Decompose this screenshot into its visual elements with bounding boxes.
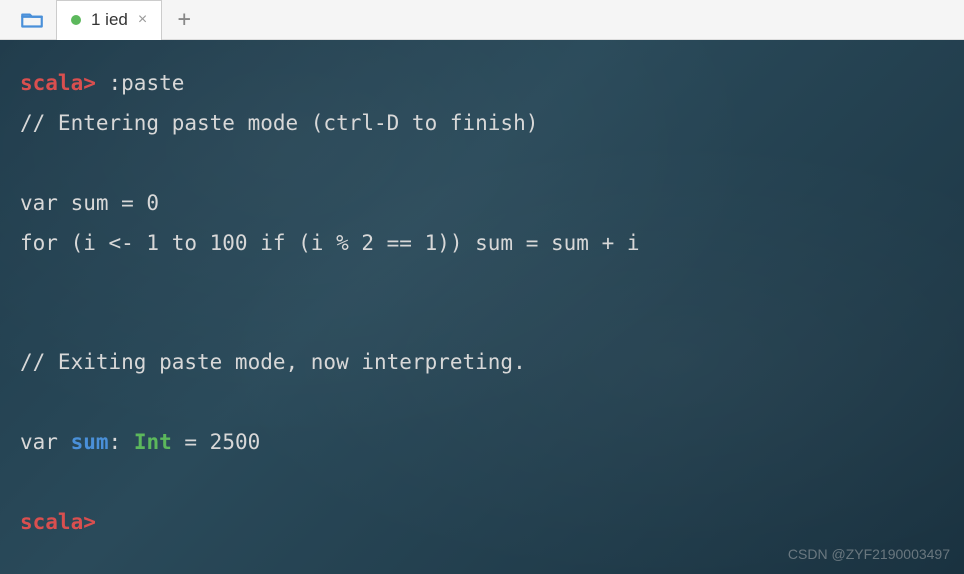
terminal-line: scala> :paste xyxy=(20,64,944,104)
terminal-line: // Entering paste mode (ctrl-D to finish… xyxy=(20,104,944,144)
folder-open-icon[interactable] xyxy=(16,4,48,36)
blank-line xyxy=(20,463,944,503)
tab-label: 1 ied xyxy=(91,10,128,30)
terminal-line: for (i <- 1 to 100 if (i % 2 == 1)) sum … xyxy=(20,224,944,264)
terminal-line: scala> xyxy=(20,503,944,543)
modified-dot-icon xyxy=(71,15,81,25)
result-type: Int xyxy=(134,430,172,454)
tab-bar: 1 ied × + xyxy=(0,0,964,40)
blank-line xyxy=(20,144,944,184)
terminal[interactable]: scala> :paste // Entering paste mode (ct… xyxy=(0,40,964,574)
add-tab-button[interactable]: + xyxy=(168,4,200,36)
terminal-line: var sum = 0 xyxy=(20,184,944,224)
blank-line xyxy=(20,383,944,423)
watermark: CSDN @ZYF2190003497 xyxy=(788,541,950,568)
paste-command: :paste xyxy=(109,71,185,95)
close-icon[interactable]: × xyxy=(138,11,147,29)
tab-file[interactable]: 1 ied × xyxy=(56,0,162,40)
terminal-line: var sum: Int = 2500 xyxy=(20,423,944,463)
blank-line xyxy=(20,303,944,343)
scala-prompt: scala> xyxy=(20,510,96,534)
blank-line xyxy=(20,263,944,303)
scala-prompt: scala> xyxy=(20,71,96,95)
result-var: sum xyxy=(71,430,109,454)
terminal-line: // Exiting paste mode, now interpreting. xyxy=(20,343,944,383)
